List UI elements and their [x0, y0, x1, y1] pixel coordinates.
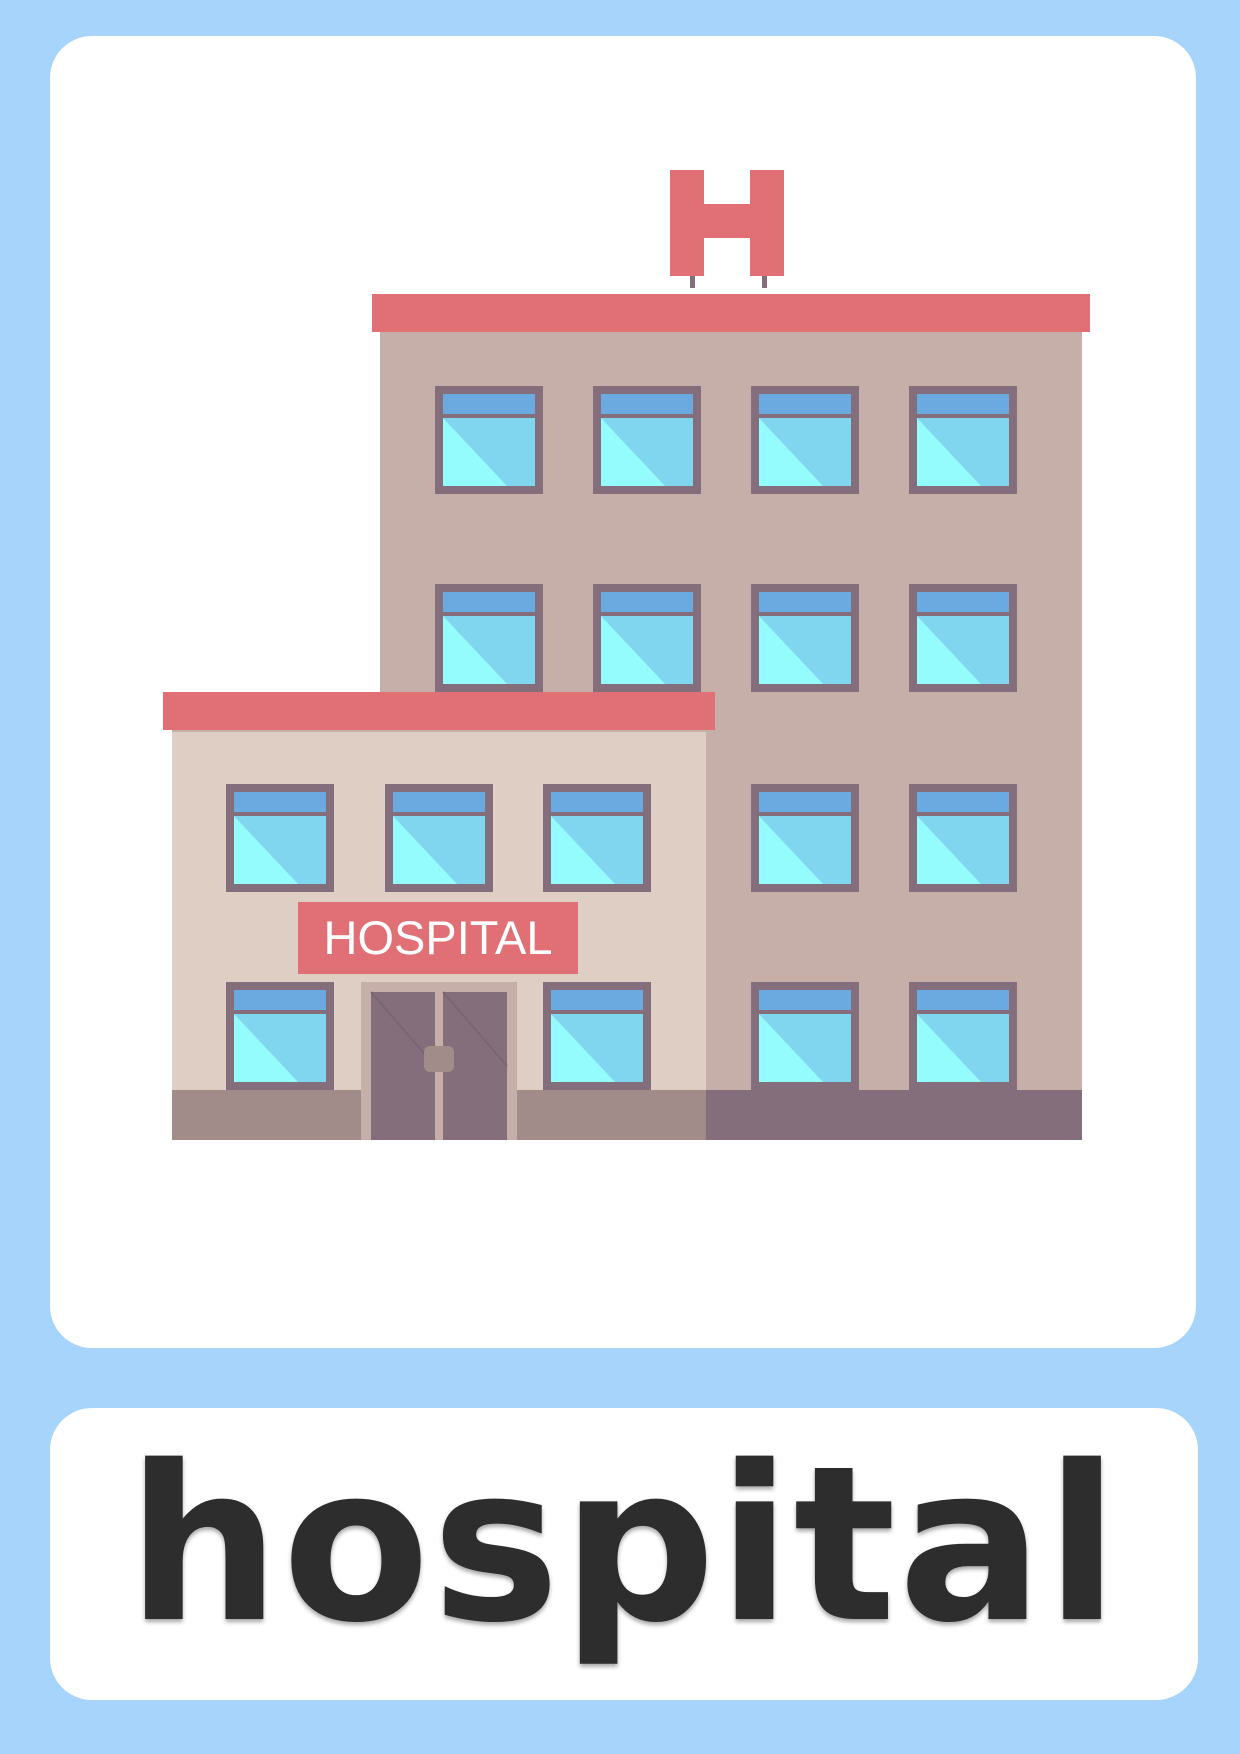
- picture-card: H HOSPITAL: [50, 36, 1196, 1348]
- h-sign-icon: H: [670, 170, 784, 288]
- hospital-sign: HOSPITAL: [298, 902, 578, 974]
- flashcard-word: hospital: [127, 1418, 1121, 1670]
- hospital-sign-label: HOSPITAL: [324, 911, 553, 964]
- hospital-building-icon: H HOSPITAL: [163, 170, 1090, 1140]
- word-card: hospital: [50, 1408, 1198, 1700]
